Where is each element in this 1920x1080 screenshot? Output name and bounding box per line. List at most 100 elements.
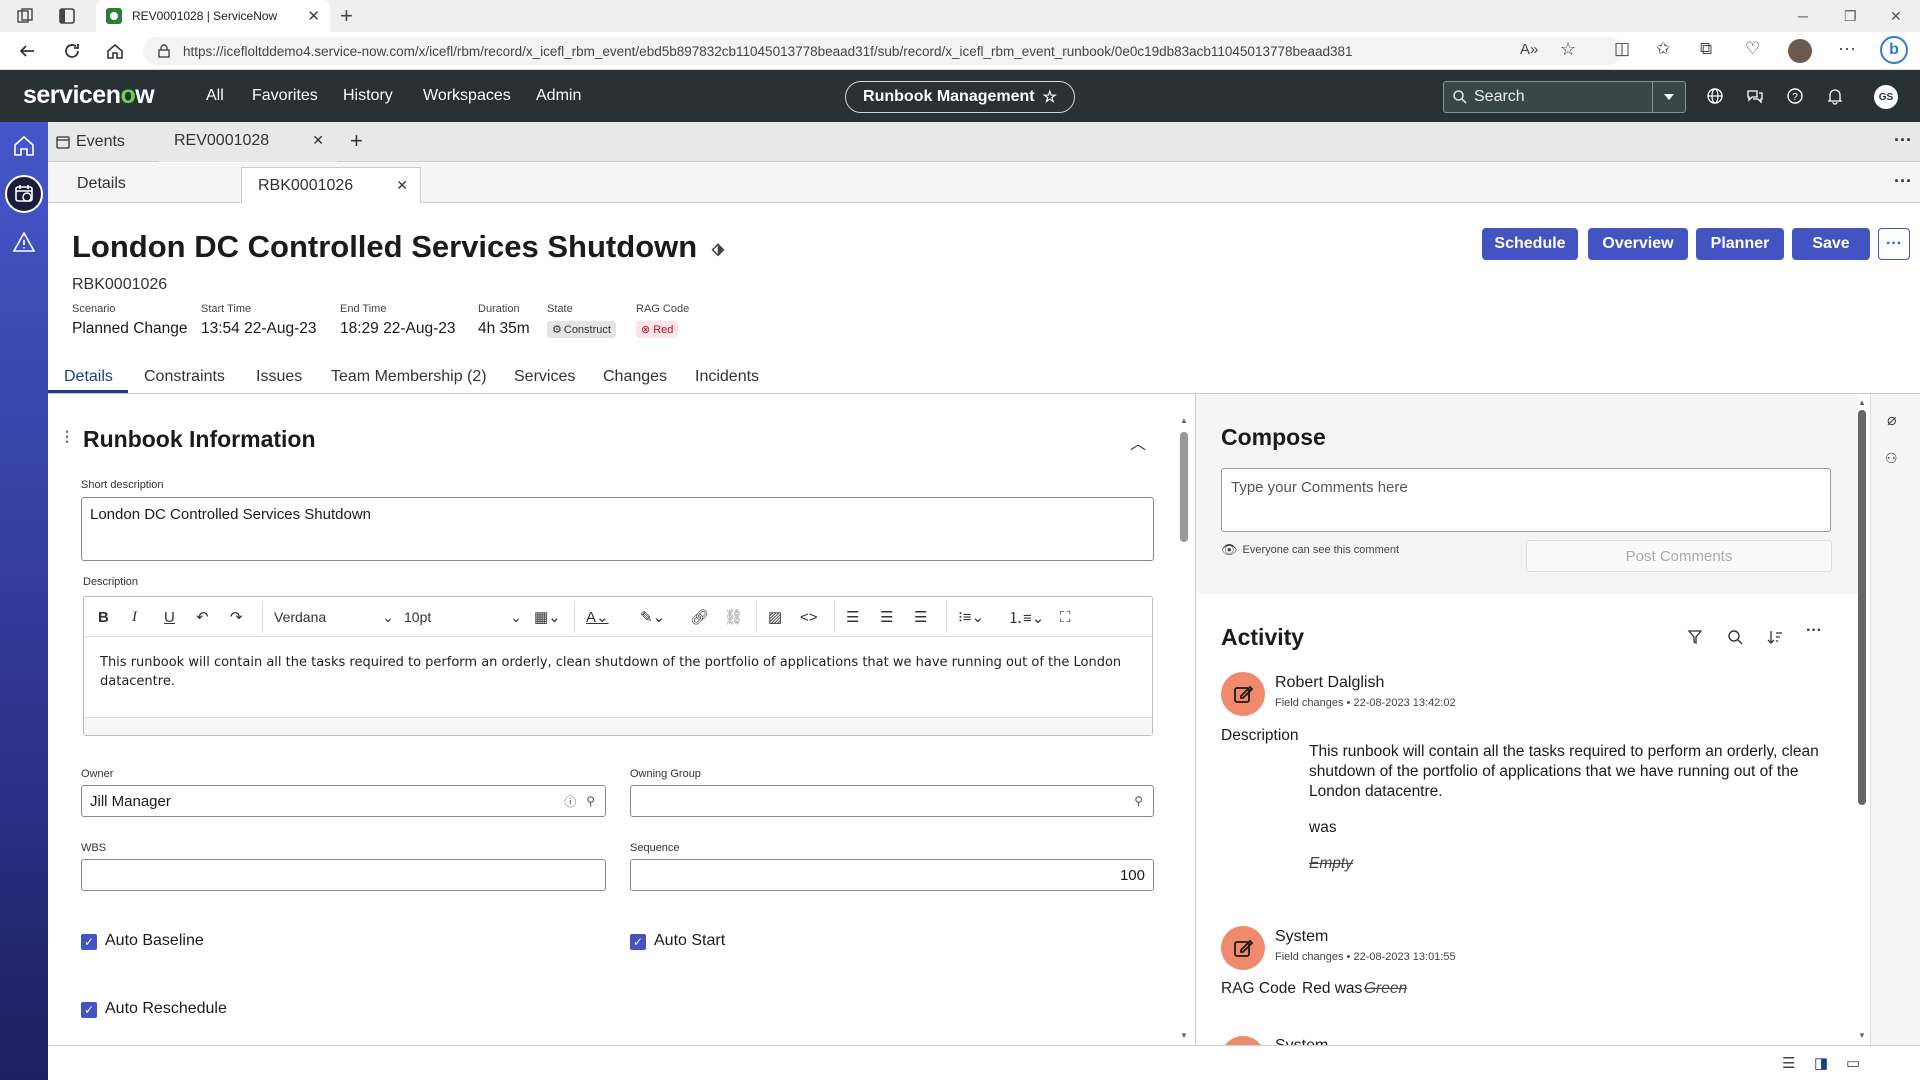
- app-pill[interactable]: Runbook Management ☆: [845, 81, 1075, 113]
- subtab-more-icon[interactable]: ···: [1894, 171, 1912, 192]
- profile-avatar[interactable]: [1788, 39, 1812, 63]
- home-icon[interactable]: [12, 134, 36, 158]
- browser-tab[interactable]: REV0001028 | ServiceNow ✕: [96, 0, 330, 32]
- save-button[interactable]: Save: [1792, 228, 1870, 260]
- align-left-icon[interactable]: ☰: [846, 607, 859, 627]
- tab-details[interactable]: Details: [64, 368, 113, 386]
- minimize-icon[interactable]: ─: [1798, 8, 1808, 24]
- menu-all[interactable]: All: [206, 87, 224, 105]
- auto-reschedule-checkbox[interactable]: ✓: [81, 1002, 97, 1018]
- bullet-list-icon[interactable]: ⁝≡⌄: [958, 607, 984, 627]
- split-screen-icon[interactable]: ◫: [1614, 39, 1630, 59]
- favorite-star-icon[interactable]: ☆: [1560, 39, 1576, 60]
- workspaces-icon[interactable]: [16, 7, 34, 25]
- globe-icon[interactable]: [1706, 87, 1724, 105]
- runbook-calendar-icon[interactable]: [5, 175, 43, 213]
- tab-actions-icon[interactable]: [58, 7, 76, 25]
- tab-team-membership[interactable]: Team Membership (2): [331, 368, 487, 386]
- list-view-icon[interactable]: ☰: [1782, 1054, 1795, 1072]
- underline-icon[interactable]: U: [164, 607, 175, 627]
- scroll-down-icon[interactable]: ▼: [1180, 1031, 1188, 1040]
- link-icon[interactable]: 🔗︎: [690, 607, 709, 627]
- description-editor[interactable]: B I U ↶ ↷ Verdana ⌄ 10pt ⌄ ▦⌄ A⌄ ✎⌄ 🔗︎ ⛓︎ …: [83, 596, 1153, 736]
- search-icon[interactable]: ⚲: [586, 794, 595, 808]
- auto-start-checkbox[interactable]: ✓: [630, 934, 646, 950]
- tab-issues[interactable]: Issues: [256, 368, 302, 386]
- tab-services[interactable]: Services: [514, 368, 575, 386]
- menu-admin[interactable]: Admin: [536, 87, 581, 105]
- numbered-list-icon[interactable]: ⒈≡⌄: [1008, 607, 1044, 627]
- align-center-icon[interactable]: ☰: [880, 607, 893, 627]
- star-icon[interactable]: ☆: [1043, 87, 1057, 107]
- owner-field[interactable]: Jill Manager ⓘ ⚲: [81, 785, 606, 817]
- font-size-select[interactable]: 10pt ⌄: [404, 607, 522, 627]
- schedule-button[interactable]: Schedule: [1482, 228, 1578, 260]
- team-icon[interactable]: ⚇: [1885, 450, 1898, 467]
- scroll-up-icon[interactable]: ▲: [1180, 416, 1188, 425]
- activity-scrollbar[interactable]: [1858, 410, 1866, 805]
- browser-essentials-icon[interactable]: ♡: [1745, 39, 1760, 59]
- redo-icon[interactable]: ↷: [230, 607, 243, 627]
- split-view-icon[interactable]: ◨: [1814, 1054, 1828, 1072]
- user-avatar[interactable]: GS: [1874, 85, 1898, 109]
- lock-icon[interactable]: [157, 44, 171, 58]
- align-right-icon[interactable]: ☰: [914, 607, 927, 627]
- window-close-icon[interactable]: ✕: [1890, 8, 1902, 25]
- wbs-field[interactable]: [81, 859, 606, 891]
- close-subtab-icon[interactable]: ✕: [396, 177, 408, 194]
- tab-constraints[interactable]: Constraints: [144, 368, 225, 386]
- back-arrow-icon[interactable]: [18, 42, 36, 60]
- activity-author[interactable]: System: [1275, 928, 1328, 946]
- activity-author[interactable]: Robert Dalglish: [1275, 674, 1384, 692]
- comment-input[interactable]: Type your Comments here: [1221, 468, 1831, 532]
- menu-workspaces[interactable]: Workspaces: [423, 87, 511, 105]
- settings-more-icon[interactable]: ···: [1838, 38, 1856, 59]
- workspace-more-icon[interactable]: ···: [1894, 130, 1912, 151]
- activity-author[interactable]: System: [1275, 1037, 1328, 1045]
- info-icon[interactable]: ⓘ: [564, 793, 576, 810]
- description-text[interactable]: This runbook will contain all the tasks …: [84, 637, 1152, 707]
- tab-rev0001028[interactable]: REV0001028 ✕: [158, 122, 338, 162]
- bold-icon[interactable]: B: [98, 607, 109, 627]
- close-tab-icon[interactable]: ✕: [312, 132, 324, 149]
- global-search[interactable]: Search: [1443, 81, 1686, 113]
- menu-history[interactable]: History: [343, 87, 393, 105]
- font-family-select[interactable]: Verdana ⌄: [274, 607, 394, 627]
- url-field[interactable]: https://icefloltddemo4.service-now.com/x…: [143, 37, 1623, 65]
- servicenow-logo[interactable]: servicenow: [23, 81, 155, 110]
- favorites-icon[interactable]: ✩: [1656, 39, 1670, 59]
- text-color-icon[interactable]: A⌄: [586, 607, 609, 627]
- collapse-chevron-icon[interactable]: ︿: [1130, 430, 1146, 454]
- new-tab-icon[interactable]: +: [340, 3, 353, 29]
- chat-icon[interactable]: [1746, 87, 1764, 105]
- tag-icon[interactable]: ⬗: [712, 241, 724, 258]
- home-icon[interactable]: [106, 42, 124, 60]
- tab-events[interactable]: Events: [56, 122, 125, 162]
- scroll-up-icon[interactable]: ▲: [1858, 398, 1866, 407]
- fullscreen-icon[interactable]: ⛶: [1060, 607, 1071, 627]
- post-comments-button[interactable]: Post Comments: [1526, 540, 1832, 572]
- code-icon[interactable]: <>: [800, 607, 818, 627]
- notification-bell-icon[interactable]: [1826, 87, 1844, 105]
- menu-favorites[interactable]: Favorites: [252, 87, 318, 105]
- form-scrollbar[interactable]: [1180, 432, 1188, 542]
- more-actions-button[interactable]: ···: [1878, 228, 1910, 260]
- search-icon[interactable]: ⚲: [1134, 794, 1143, 808]
- refresh-icon[interactable]: [63, 42, 81, 60]
- unlink-icon[interactable]: ⛓︎: [724, 607, 743, 627]
- copilot-icon[interactable]: b: [1880, 36, 1908, 64]
- sequence-field[interactable]: 100: [630, 859, 1154, 891]
- italic-icon[interactable]: I: [132, 607, 137, 627]
- add-tab-icon[interactable]: +: [350, 128, 363, 154]
- filter-icon[interactable]: [1686, 628, 1704, 646]
- subtab-details[interactable]: Details: [77, 175, 126, 193]
- tab-incidents[interactable]: Incidents: [695, 368, 759, 386]
- tab-changes[interactable]: Changes: [603, 368, 667, 386]
- attachment-icon[interactable]: ⌀: [1887, 410, 1897, 430]
- restore-icon[interactable]: ❐: [1844, 8, 1857, 25]
- undo-icon[interactable]: ↶: [196, 607, 209, 627]
- highlight-icon[interactable]: ✎⌄: [640, 607, 665, 627]
- warning-icon[interactable]: [12, 230, 36, 254]
- auto-baseline-checkbox[interactable]: ✓: [81, 934, 97, 950]
- close-tab-icon[interactable]: ✕: [307, 7, 320, 25]
